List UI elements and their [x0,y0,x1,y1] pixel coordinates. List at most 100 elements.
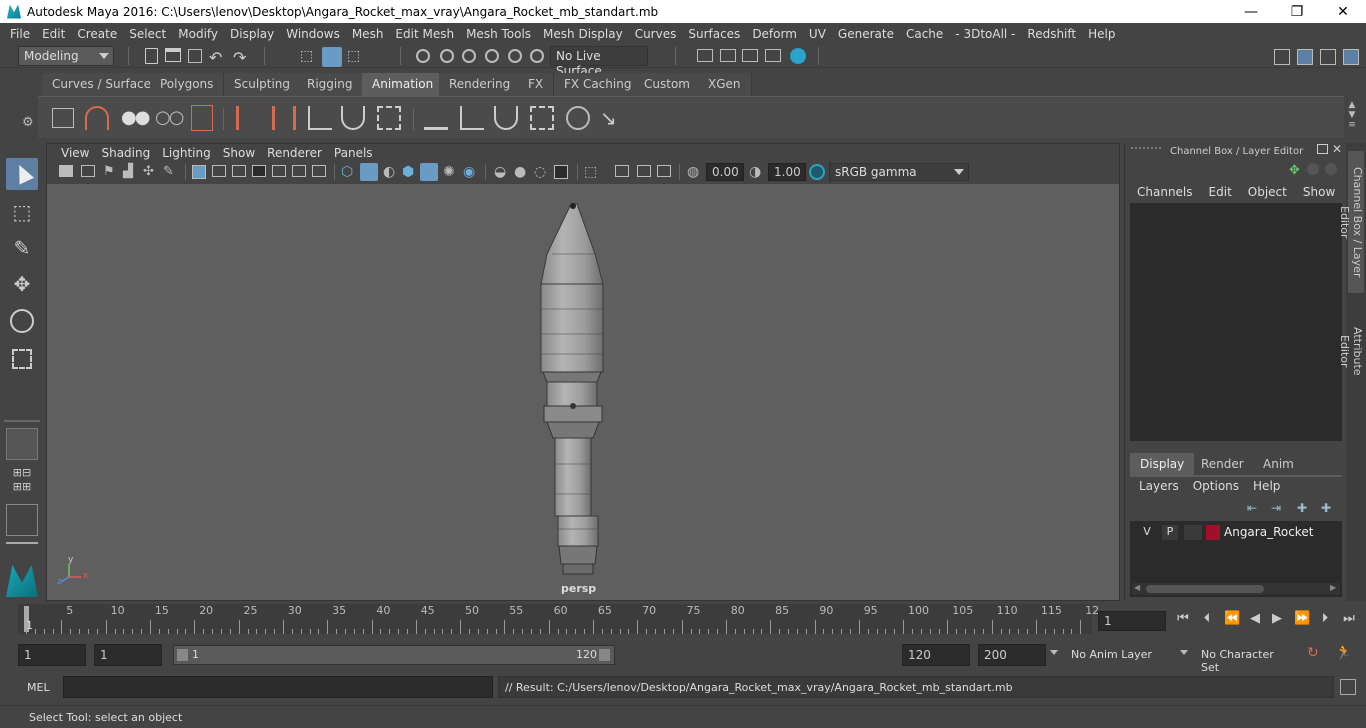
layer-name[interactable]: Angara_Rocket [1224,525,1313,539]
gamma-field[interactable]: 1.00 [768,163,806,181]
menu-surfaces[interactable]: Surfaces [682,27,746,41]
exposure-icon[interactable]: ◍ [687,164,705,182]
go-to-start-icon[interactable]: ⏮ [1176,612,1190,626]
textured-icon[interactable]: ⬢ [402,164,420,182]
unghost-icon[interactable]: ○○ [155,107,184,129]
color-management-icon[interactable] [809,164,825,180]
viewport-menu-shading[interactable]: Shading [95,146,156,160]
menu-uv[interactable]: UV [803,27,832,41]
float-panel-icon[interactable] [1317,144,1328,154]
gamma-icon[interactable]: ◑ [749,164,767,182]
animation-preferences-icon[interactable]: 🏃 [1335,645,1352,661]
constraint-point-icon[interactable] [460,106,484,130]
grid-icon[interactable] [192,165,206,179]
move-layer-up-icon[interactable]: ⇤ [1247,501,1257,515]
close-panel-icon[interactable]: ✕ [1332,142,1342,156]
render-view-icon[interactable] [697,49,713,62]
backface-culling-icon[interactable] [657,165,671,177]
film-gate-icon[interactable] [212,165,226,177]
live-surface-field[interactable]: No Live Surface [550,46,648,78]
field-chart-icon[interactable] [272,165,286,177]
minimize-button[interactable]: — [1228,4,1274,20]
camera-icon[interactable] [59,165,73,177]
motion-blur-icon[interactable]: ◒ [494,164,512,182]
select-component-icon[interactable]: ⬚ [347,48,365,66]
viewport-menu-lighting[interactable]: Lighting [156,146,217,160]
motion-trail-icon[interactable] [191,105,213,131]
tab-fx-caching[interactable]: FX Caching [554,73,643,96]
menu-generate[interactable]: Generate [832,27,900,41]
paint-select-tool-icon[interactable]: ✎ [6,232,38,264]
playback-end-field[interactable]: 120 [902,644,970,666]
constraint-scale-icon[interactable] [530,106,554,130]
character-set-dropdown[interactable]: No Character Set [1196,645,1296,674]
wireframe-icon[interactable]: ⬡ [341,164,359,182]
layer-display-type-toggle[interactable] [1184,525,1202,540]
viewport-menu-renderer[interactable]: Renderer [261,146,328,160]
menu-select[interactable]: Select [123,27,172,41]
rocket-model[interactable] [47,184,1119,600]
exposure-field[interactable]: 0.00 [706,163,744,181]
time-slider[interactable]: 1 5 10 15 20 25 30 35 40 45 50 55 60 65 70 75 80 85 90 95 1… [18,604,1099,634]
ambient-occlusion-icon[interactable]: ◉ [463,164,481,182]
shadows-icon[interactable]: ✺ [443,164,461,182]
menu-mesh-display[interactable]: Mesh Display [537,27,629,41]
xray-components-icon[interactable] [637,165,651,177]
undo-icon[interactable]: ↶ [209,48,227,67]
tab-animation[interactable]: Animation [362,73,445,96]
layer-visibility-toggle[interactable]: V [1139,525,1155,540]
menu-redshift[interactable]: Redshift [1021,27,1082,41]
scroll-left-icon[interactable]: ◀ [1134,583,1140,592]
new-layer-selected-icon[interactable]: ✚ [1321,501,1331,515]
shelf-scroll-icon[interactable]: ▲ ▼ ≡ [1347,100,1357,132]
move-layer-down-icon[interactable]: ⇥ [1271,501,1281,515]
ghost-icon[interactable]: ●● [121,107,150,129]
menu-help[interactable]: Help [1082,27,1121,41]
menu-create[interactable]: Create [71,27,123,41]
scrollbar-thumb[interactable] [1146,585,1264,593]
ik-spline-icon[interactable] [341,106,365,130]
range-end-handle[interactable] [599,649,610,661]
animation-end-field[interactable]: 200 [978,644,1046,666]
viewport-menu-show[interactable]: Show [217,146,261,160]
options-menu[interactable]: Options [1193,479,1239,493]
layers-menu[interactable]: Layers [1139,479,1179,493]
hypershade-icon[interactable] [790,48,806,64]
menu-modify[interactable]: Modify [172,27,224,41]
select-object-icon[interactable] [322,47,342,67]
set-key-icon[interactable] [236,106,260,130]
gate-mask-icon[interactable] [252,165,266,177]
breakdown-icon[interactable] [272,106,296,130]
make-live-icon[interactable] [530,49,544,63]
channels-menu[interactable]: Channels [1137,185,1193,199]
xray-joints-icon[interactable] [615,165,629,177]
playback-start-field[interactable]: 1 [94,644,162,666]
timeline-scrub-icon[interactable] [85,106,109,130]
tab-display[interactable]: Display [1130,453,1195,475]
render-settings-icon[interactable] [765,49,781,62]
animation-start-field[interactable]: 1 [18,644,86,666]
layer-scrollbar[interactable]: ◀ ▶ [1132,583,1340,595]
wireframe-on-shaded-icon[interactable]: ◐ [383,164,401,182]
menu-mesh[interactable]: Mesh [346,27,390,41]
resolution-gate-icon[interactable] [232,165,246,177]
scale-tool-icon[interactable] [6,343,38,375]
menu-windows[interactable]: Windows [280,27,346,41]
snap-curve-icon[interactable] [440,49,454,63]
play-forwards-icon[interactable]: ▶ [1270,612,1284,626]
object-menu[interactable]: Object [1248,185,1287,199]
range-start-handle[interactable] [177,649,188,661]
outliner-layout-icon[interactable] [6,504,38,536]
rotate-tool-icon[interactable] [6,305,38,337]
new-scene-icon[interactable] [145,48,158,64]
chevron-down-icon[interactable] [1180,650,1188,655]
channel-box-toggle-icon[interactable] [1343,49,1359,65]
open-scene-icon[interactable] [165,48,181,62]
layer-row[interactable]: V P Angara_Rocket [1134,523,1338,541]
pin-icon[interactable] [1307,163,1319,175]
constraint-parent-icon[interactable] [424,106,448,130]
bookmark-icon[interactable]: ⚑ [103,164,121,182]
render-frame-icon[interactable] [720,49,736,62]
select-tool-icon[interactable] [6,158,38,190]
color-space-dropdown[interactable]: sRGB gamma [829,163,969,181]
